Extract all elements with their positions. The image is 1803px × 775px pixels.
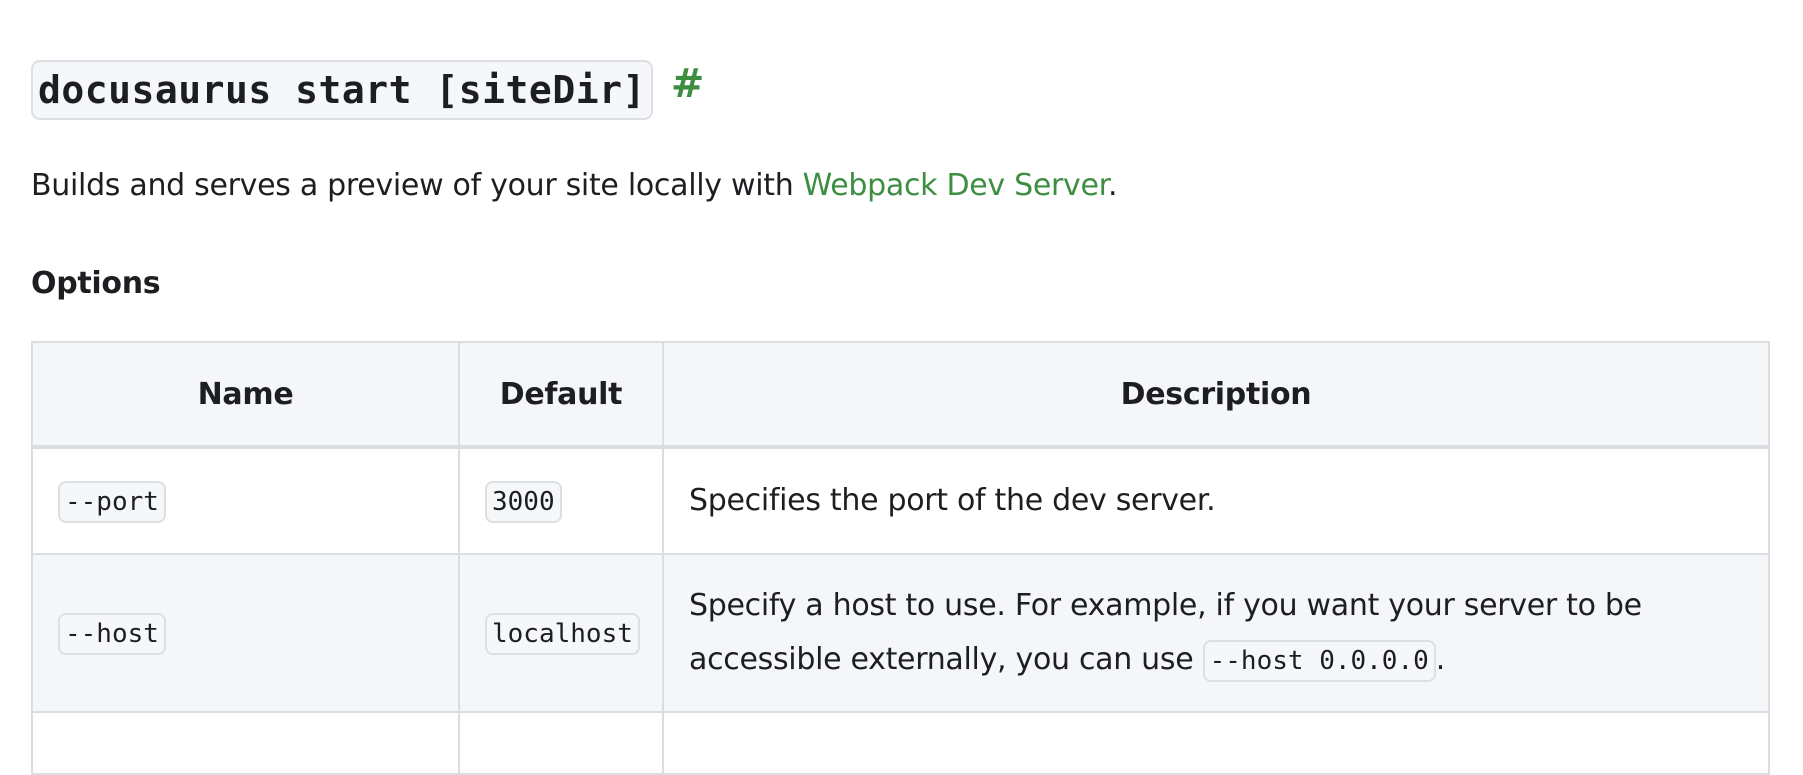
option-name-cell: [31, 711, 460, 775]
table-row: --port 3000 Specifies the port of the de…: [31, 446, 1770, 555]
option-description-cell: Specifies the port of the dev server.: [662, 446, 1770, 555]
option-name-cell: --port: [31, 446, 460, 555]
option-description-code: --host 0.0.0.0: [1202, 639, 1436, 682]
option-description-cell: [662, 711, 1770, 775]
table-row-partial: [31, 711, 1770, 775]
command-code: docusaurus start [siteDir]: [31, 60, 653, 120]
option-default-cell: localhost: [458, 553, 664, 713]
option-description-cell: Specify a host to use. For example, if y…: [662, 553, 1770, 713]
option-name-cell: --host: [31, 553, 460, 713]
webpack-dev-server-link[interactable]: Webpack Dev Server: [803, 168, 1109, 203]
option-name-code: --port: [58, 480, 166, 523]
column-header-default: Default: [458, 341, 664, 449]
option-description-text: Specify a host to use. For example, if y…: [689, 587, 1642, 677]
options-heading: Options: [31, 266, 161, 301]
intro-text: Builds and serves a preview of your site…: [31, 168, 803, 203]
column-header-description: Description: [662, 341, 1770, 449]
intro-paragraph: Builds and serves a preview of your site…: [31, 166, 1118, 206]
column-header-name: Name: [31, 341, 460, 449]
heading-anchor-link[interactable]: #: [671, 64, 705, 104]
intro-period: .: [1107, 168, 1118, 203]
table-header-row: Name Default Description: [31, 341, 1770, 449]
option-default-code: localhost: [485, 612, 640, 655]
option-default-cell: [458, 711, 664, 775]
option-default-code: 3000: [485, 480, 562, 523]
command-heading: docusaurus start [siteDir] #: [31, 60, 704, 120]
options-table: Name Default Description --port 3000 Spe…: [31, 341, 1770, 775]
option-name-code: --host: [58, 612, 166, 655]
table-row: --host localhost Specify a host to use. …: [31, 553, 1770, 713]
option-description-period: .: [1435, 641, 1446, 677]
option-default-cell: 3000: [458, 446, 664, 555]
docs-page: docusaurus start [siteDir] # Builds and …: [0, 0, 1803, 775]
